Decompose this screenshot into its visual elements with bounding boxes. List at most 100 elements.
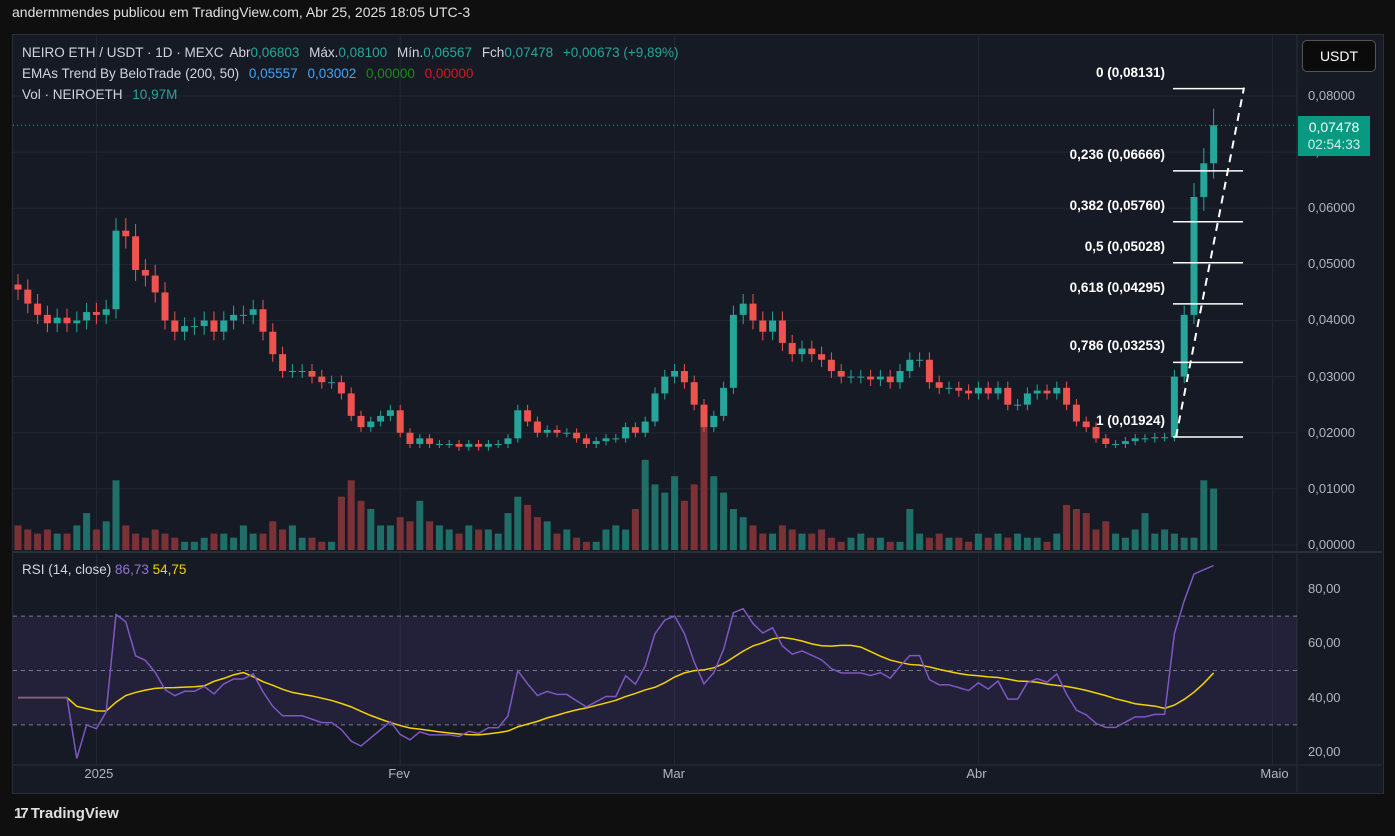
symbol-name[interactable]: NEIRO ETH / USDT · 1D · MEXC <box>22 45 224 60</box>
chart-canvas[interactable] <box>0 0 1395 836</box>
volume-bar <box>955 537 963 550</box>
candle-body <box>563 432 571 434</box>
tradingview-logo[interactable]: 17 TradingView <box>14 805 119 822</box>
volume-bar <box>151 529 159 550</box>
candle-body <box>582 438 590 444</box>
candle-body <box>818 354 826 360</box>
volume-bar <box>896 541 904 550</box>
candle-body <box>602 438 610 442</box>
candle-body <box>808 348 816 355</box>
volume-bar <box>612 525 620 550</box>
candle-body <box>1141 438 1149 440</box>
volume-bar <box>396 517 404 550</box>
volume-bar <box>249 533 257 550</box>
candle-body <box>435 443 443 445</box>
candle-body <box>974 387 982 394</box>
price-axis-label: 0,02000 <box>1308 424 1355 440</box>
candle-body <box>190 326 198 328</box>
volume-bar <box>533 517 541 550</box>
volume-name[interactable]: Vol · NEIROETH <box>22 87 123 102</box>
candle-body <box>524 410 532 422</box>
candle-body <box>592 441 600 444</box>
candle-body <box>896 370 904 383</box>
candle-body <box>288 370 296 372</box>
candle-body <box>426 438 434 444</box>
volume-bar <box>543 521 551 550</box>
volume-bar <box>122 525 130 550</box>
candle-body <box>475 443 483 447</box>
volume-bar <box>445 529 453 550</box>
volume-bar <box>553 533 561 550</box>
price-axis-label: 0,04000 <box>1308 312 1355 328</box>
candle-body <box>151 275 159 293</box>
fib-level-label: 0,5 (0,05028) <box>1084 238 1165 254</box>
candle-body <box>857 376 865 378</box>
volume-bar <box>308 537 316 550</box>
candle-body <box>651 393 659 422</box>
candle-body <box>465 443 473 447</box>
candle-body <box>1043 390 1051 394</box>
volume-bar <box>53 533 61 550</box>
candle-body <box>827 359 835 371</box>
volume-bar <box>651 484 659 550</box>
candle-body <box>1200 163 1208 197</box>
candle-body <box>945 387 953 389</box>
volume-bar <box>1082 513 1090 550</box>
candle-body <box>935 382 943 388</box>
ema-value-3: 0,00000 <box>366 66 415 81</box>
volume-bar <box>778 525 786 550</box>
candle-body <box>63 317 71 324</box>
ema-name[interactable]: EMAs Trend By BeloTrade (200, 50) <box>22 66 239 81</box>
volume-bar <box>318 541 326 550</box>
rsi-name[interactable]: RSI (14, close) <box>22 562 111 577</box>
volume-bar <box>974 533 982 550</box>
candle-body <box>1190 196 1198 315</box>
candle-body <box>1112 443 1120 445</box>
candle-body <box>906 359 914 371</box>
price-axis-label: 0,03000 <box>1308 368 1355 384</box>
ema-value-1: 0,05557 <box>248 66 298 81</box>
high-label: Máx. <box>309 45 339 60</box>
currency-button[interactable]: USDT <box>1302 40 1376 72</box>
candle-body <box>622 427 630 439</box>
volume-bar <box>465 525 473 550</box>
rsi-legend: RSI (14, close) 86,73 54,75 <box>22 562 186 577</box>
volume-bar <box>514 496 522 550</box>
candle-body <box>1023 393 1031 405</box>
candle-body <box>132 236 140 270</box>
candle-body <box>455 443 463 447</box>
candle-body <box>92 312 100 315</box>
volume-bar <box>377 525 385 550</box>
candle-body <box>83 312 91 321</box>
candle-body <box>298 370 306 372</box>
candle-body <box>749 303 757 321</box>
candle-body <box>965 390 973 394</box>
volume-bar <box>43 529 51 550</box>
time-axis-label: Abr <box>966 766 987 781</box>
candle-body <box>279 354 287 371</box>
volume-bar <box>563 529 571 550</box>
fib-level-label: 0,786 (0,03253) <box>1069 338 1165 354</box>
volume-bar <box>641 459 649 550</box>
volume-bar <box>573 537 581 550</box>
volume-bar <box>288 525 296 550</box>
candle-body <box>641 421 649 433</box>
volume-bar <box>1014 533 1022 550</box>
candle-body <box>337 382 345 394</box>
volume-bar <box>1102 521 1110 550</box>
volume-bar <box>720 492 728 550</box>
close-label: Fch <box>481 45 505 60</box>
volume-bar <box>631 509 639 550</box>
tradingview-logo-icon: 17 <box>14 805 29 822</box>
candle-body <box>1161 437 1169 439</box>
candle-body <box>739 303 747 315</box>
candle-body <box>416 438 424 444</box>
volume-bar <box>965 541 973 550</box>
candle-body <box>494 443 502 445</box>
candle-body <box>671 370 679 377</box>
volume-bar <box>602 529 610 550</box>
volume-bar <box>925 537 933 550</box>
low-value: 0,06567 <box>423 45 473 60</box>
candle-body <box>788 342 796 355</box>
volume-bar <box>1151 533 1159 550</box>
